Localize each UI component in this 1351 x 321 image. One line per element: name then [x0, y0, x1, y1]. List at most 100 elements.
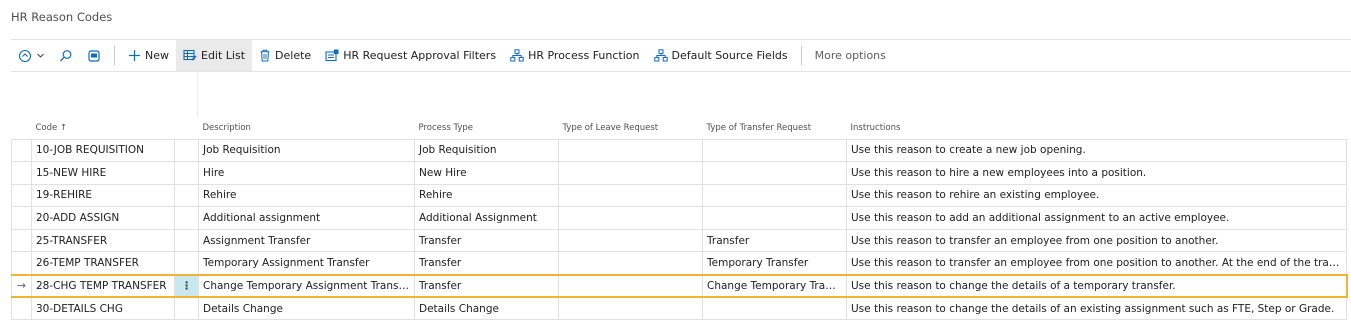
row-menu-cell[interactable]	[174, 296, 199, 321]
leave-request-cell[interactable]	[558, 183, 703, 208]
process-type-cell[interactable]: Rehire	[414, 183, 559, 208]
list-view-icon	[18, 49, 32, 63]
leave-request-cell[interactable]	[558, 161, 703, 185]
row-menu-cell[interactable]	[174, 206, 199, 230]
current-row-indicator[interactable]: →	[11, 273, 32, 299]
description-cell[interactable]: Rehire	[198, 183, 415, 208]
table-row-current[interactable]: → 28-CHG TEMP TRANSFER ⋮ Change Temporar…	[11, 273, 1348, 299]
instructions-cell[interactable]: Use this reason to transfer an employee …	[846, 251, 1347, 276]
process-type-cell[interactable]: Transfer	[414, 251, 559, 276]
table-row[interactable]: 10-JOB REQUISITION Job Requisition Job R…	[11, 138, 1347, 163]
code-cell[interactable]: 30-DETAILS CHG	[31, 296, 175, 321]
process-type-cell[interactable]: Details Change	[414, 296, 559, 321]
row-menu-cell[interactable]	[174, 251, 199, 276]
edit-list-icon	[183, 49, 197, 62]
view-switcher-button[interactable]	[11, 40, 52, 71]
code-cell[interactable]: 28-CHG TEMP TRANSFER	[31, 273, 175, 299]
leave-request-cell[interactable]	[558, 273, 703, 299]
process-type-cell[interactable]: New Hire	[414, 161, 559, 185]
edit-list-button[interactable]: Edit List	[176, 40, 253, 71]
transfer-request-cell[interactable]	[702, 206, 847, 230]
delete-button[interactable]: Delete	[252, 40, 318, 71]
toolbar-separator	[800, 46, 802, 65]
header-instructions[interactable]: Instructions	[847, 117, 1347, 139]
row-select-cell[interactable]	[11, 138, 32, 163]
plus-icon	[128, 49, 141, 62]
table-row[interactable]: 30-DETAILS CHG Details Change Details Ch…	[11, 296, 1347, 321]
table-row[interactable]: 20-ADD ASSIGN Additional assignment Addi…	[11, 206, 1347, 230]
transfer-request-cell[interactable]	[702, 296, 847, 321]
description-cell[interactable]: Additional assignment	[198, 206, 415, 230]
header-process-type[interactable]: Process Type	[415, 117, 559, 139]
code-cell[interactable]: 20-ADD ASSIGN	[31, 206, 175, 230]
description-cell[interactable]: Assignment Transfer	[198, 228, 415, 253]
code-cell[interactable]: 26-TEMP TRANSFER	[31, 251, 175, 276]
row-menu-cell[interactable]	[174, 183, 199, 208]
instructions-cell[interactable]: Use this reason to create a new job open…	[846, 138, 1347, 163]
more-options-button[interactable]: More options	[808, 40, 893, 71]
leave-request-cell[interactable]	[558, 228, 703, 253]
row-select-cell[interactable]	[11, 183, 32, 208]
header-transfer-request[interactable]: Type of Transfer Request	[703, 117, 847, 139]
row-select-cell[interactable]	[11, 206, 32, 230]
header-code[interactable]: Code ↑	[32, 117, 175, 139]
row-actions-menu-button[interactable]: ⋮	[174, 273, 199, 299]
edit-list-label: Edit List	[201, 49, 246, 62]
approval-filters-button[interactable]: HR Request Approval Filters	[318, 40, 503, 71]
row-menu-cell[interactable]	[174, 161, 199, 185]
table-row[interactable]: 25-TRANSFER Assignment Transfer Transfer…	[11, 228, 1347, 253]
search-icon	[59, 49, 73, 63]
row-menu-cell[interactable]	[174, 138, 199, 163]
page-title: HR Reason Codes	[11, 10, 113, 24]
column-guide-line	[197, 72, 198, 116]
default-source-fields-button[interactable]: Default Source Fields	[647, 40, 795, 71]
code-cell[interactable]: 19-REHIRE	[31, 183, 175, 208]
header-leave-request[interactable]: Type of Leave Request	[559, 117, 703, 139]
row-select-cell[interactable]	[11, 161, 32, 185]
row-select-cell[interactable]	[11, 251, 32, 276]
action-bar: New Edit List Delete HR Request Approval…	[11, 40, 893, 71]
code-cell[interactable]: 15-NEW HIRE	[31, 161, 175, 185]
code-cell[interactable]: 25-TRANSFER	[31, 228, 175, 253]
process-type-cell[interactable]: Transfer	[414, 273, 559, 299]
leave-request-cell[interactable]	[558, 296, 703, 321]
instructions-cell[interactable]: Use this reason to add an additional ass…	[846, 206, 1347, 230]
leave-request-cell[interactable]	[558, 251, 703, 276]
leave-request-cell[interactable]	[558, 138, 703, 163]
header-description[interactable]: Description	[199, 117, 415, 139]
description-cell[interactable]: Job Requisition	[198, 138, 415, 163]
table-row[interactable]: 19-REHIRE Rehire Rehire Use this reason …	[11, 183, 1347, 208]
process-type-cell[interactable]: Job Requisition	[414, 138, 559, 163]
row-select-cell[interactable]	[11, 228, 32, 253]
transfer-request-cell[interactable]: Temporary Transfer	[702, 251, 847, 276]
table-row[interactable]: 26-TEMP TRANSFER Temporary Assignment Tr…	[11, 251, 1347, 276]
new-button[interactable]: New	[121, 40, 176, 71]
table-row[interactable]: 15-NEW HIRE Hire New Hire Use this reaso…	[11, 161, 1347, 185]
instructions-cell[interactable]: Use this reason to rehire an existing em…	[846, 183, 1347, 208]
description-cell[interactable]: Hire	[198, 161, 415, 185]
leave-request-cell[interactable]	[558, 206, 703, 230]
row-menu-cell[interactable]	[174, 228, 199, 253]
row-select-cell[interactable]	[11, 296, 32, 321]
process-type-cell[interactable]: Additional Assignment	[414, 206, 559, 230]
description-cell[interactable]: Details Change	[198, 296, 415, 321]
process-function-button[interactable]: HR Process Function	[503, 40, 646, 71]
more-vertical-icon: ⋮	[181, 279, 192, 292]
transfer-request-cell[interactable]	[702, 138, 847, 163]
process-type-cell[interactable]: Transfer	[414, 228, 559, 253]
filter-pane-button[interactable]	[80, 40, 108, 71]
transfer-request-cell[interactable]: Transfer	[702, 228, 847, 253]
instructions-cell[interactable]: Use this reason to change the details of…	[846, 273, 1348, 299]
description-cell[interactable]: Temporary Assignment Transfer	[198, 251, 415, 276]
instructions-cell[interactable]: Use this reason to hire a new employees …	[846, 161, 1347, 185]
default-source-fields-label: Default Source Fields	[671, 49, 788, 62]
transfer-request-cell[interactable]	[702, 161, 847, 185]
search-button[interactable]	[52, 40, 80, 71]
code-cell[interactable]: 10-JOB REQUISITION	[31, 138, 175, 163]
instructions-cell[interactable]: Use this reason to change the details of…	[846, 296, 1347, 321]
instructions-cell[interactable]: Use this reason to transfer an employee …	[846, 228, 1347, 253]
table-header-row: Code ↑ Description Process Type Type of …	[12, 117, 1347, 139]
transfer-request-cell[interactable]: Change Temporary Transfer	[702, 273, 847, 299]
transfer-request-cell[interactable]	[702, 183, 847, 208]
description-cell[interactable]: Change Temporary Assignment Transfer	[198, 273, 415, 299]
